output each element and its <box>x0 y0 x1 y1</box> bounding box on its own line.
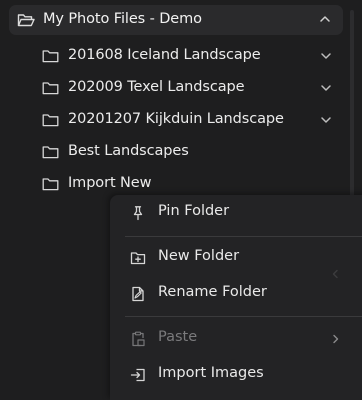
tree-item-import-new[interactable]: Import New <box>40 172 340 196</box>
context-menu: Pin Folder New Folder Rename Folder Past… <box>110 195 362 400</box>
tree-item-texel[interactable]: 202009 Texel Landscape <box>40 76 340 100</box>
import-icon <box>130 367 146 383</box>
menu-item-label: Rename Folder <box>158 284 267 300</box>
tree-item-label: 20201207 Kijkduin Landscape <box>68 111 284 127</box>
folder-plus-icon <box>130 250 146 266</box>
folder-open-icon <box>17 13 35 28</box>
folder-icon <box>42 49 59 63</box>
chevron-right-icon <box>332 334 340 344</box>
folder-icon <box>42 145 59 159</box>
tree-item-iceland[interactable]: 201608 Iceland Landscape <box>40 44 340 68</box>
menu-item-import-images[interactable]: Import Images <box>110 360 362 390</box>
rename-icon <box>130 286 146 302</box>
tree-root-label: My Photo Files - Demo <box>43 11 202 27</box>
menu-item-label: New Folder <box>158 248 240 264</box>
chevron-up-icon[interactable] <box>319 15 331 23</box>
menu-item-paste[interactable]: Paste <box>110 324 362 354</box>
tree-item-label: Best Landscapes <box>68 143 189 159</box>
chevron-left-icon <box>331 269 339 279</box>
tree-item-label: 202009 Texel Landscape <box>68 79 245 95</box>
tree-item-kijkduin[interactable]: 20201207 Kijkduin Landscape <box>40 108 340 132</box>
menu-separator <box>125 316 362 317</box>
pin-icon <box>130 205 146 221</box>
tree-scrollbar[interactable] <box>350 10 354 210</box>
menu-item-pin-folder[interactable]: Pin Folder <box>110 198 362 228</box>
folder-icon <box>42 81 59 95</box>
tree-item-label: 201608 Iceland Landscape <box>68 47 261 63</box>
chevron-down-icon[interactable] <box>320 52 332 60</box>
menu-item-label: Paste <box>158 329 198 345</box>
chevron-down-icon[interactable] <box>320 116 332 124</box>
folder-icon <box>42 177 59 191</box>
menu-item-rename-folder[interactable]: Rename Folder <box>110 279 362 309</box>
folder-icon <box>42 113 59 127</box>
paste-icon <box>130 331 146 347</box>
chevron-down-icon[interactable] <box>320 84 332 92</box>
menu-separator <box>125 236 362 237</box>
tree-root-item[interactable]: My Photo Files - Demo <box>9 5 343 35</box>
tree-item-label: Import New <box>68 175 152 191</box>
tree-item-best-landscapes[interactable]: Best Landscapes <box>40 140 340 164</box>
menu-item-label: Pin Folder <box>158 203 230 219</box>
menu-item-new-folder[interactable]: New Folder <box>110 243 362 273</box>
menu-item-label: Import Images <box>158 365 264 381</box>
